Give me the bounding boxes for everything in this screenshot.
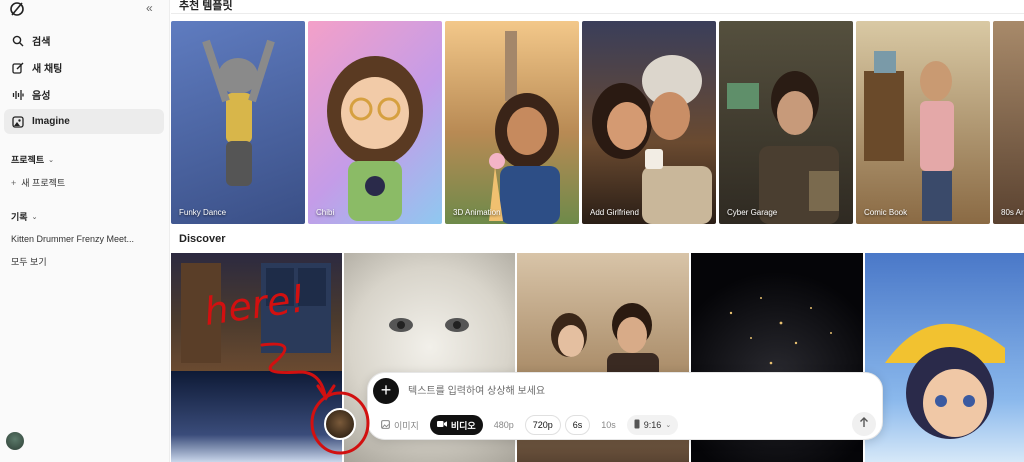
aspect-ratio-label: 9:16 bbox=[643, 420, 662, 430]
chevron-down-icon: ⌄ bbox=[48, 156, 54, 164]
user-avatar[interactable] bbox=[6, 432, 24, 450]
image-icon bbox=[381, 419, 390, 431]
generation-options: 이미지 비디오 480p 720p 6s 10s 9:16 ⌄ bbox=[374, 415, 679, 435]
aspect-ratio-select[interactable]: 9:16 ⌄ bbox=[626, 415, 679, 435]
video-icon bbox=[436, 420, 447, 430]
phone-icon bbox=[634, 419, 640, 431]
template-label: Comic Book bbox=[864, 208, 908, 217]
sidebar-item-label: Imagine bbox=[32, 116, 70, 127]
prompt-composer: + 이미지 비디오 480p 720p 6s 10s bbox=[367, 372, 883, 440]
plus-icon: + bbox=[11, 178, 17, 188]
discover-title: Discover bbox=[179, 233, 226, 245]
new-project-label: 새 프로젝트 bbox=[21, 178, 66, 188]
template-card-add-girlfriend[interactable]: Add Girlfriend bbox=[582, 21, 716, 224]
history-header[interactable]: 기록 ⌄ bbox=[11, 210, 37, 223]
template-card-funky-dance[interactable]: Funky Dance bbox=[171, 21, 305, 224]
new-project-button[interactable]: + 새 프로젝트 bbox=[11, 176, 65, 189]
discover-card[interactable] bbox=[171, 253, 342, 371]
template-card-chibi[interactable]: Chibi bbox=[308, 21, 442, 224]
submit-button[interactable] bbox=[852, 412, 876, 436]
templates-row: Funky Dance Chibi 3D Animation Add Girlf… bbox=[171, 21, 1024, 224]
template-label: 3D Animation bbox=[453, 208, 501, 217]
garage-image bbox=[727, 71, 839, 224]
resolution-480p-button[interactable]: 480p bbox=[487, 415, 521, 435]
imagine-icon bbox=[11, 115, 25, 129]
arrow-up-icon bbox=[859, 417, 869, 431]
templates-title: 추천 템플릿 bbox=[179, 0, 233, 12]
prompt-input[interactable] bbox=[408, 383, 808, 399]
city-girl-image bbox=[489, 31, 560, 224]
video-mode-label: 비디오 bbox=[450, 420, 476, 431]
chevron-down-icon: ⌄ bbox=[665, 422, 672, 429]
sidebar-nav: 검색 새 채팅 음성 Imagine bbox=[4, 28, 164, 136]
media-thumbnail-avatar[interactable] bbox=[324, 408, 356, 440]
sidebar-item-label: 새 채팅 bbox=[32, 64, 63, 75]
history-item[interactable]: Kitten Drummer Frenzy Meet... bbox=[11, 234, 134, 244]
add-attachment-button[interactable]: + bbox=[373, 378, 399, 404]
resolution-720p-button[interactable]: 720p bbox=[524, 415, 561, 435]
template-label: Chibi bbox=[316, 208, 335, 217]
sidebar: « 검색 새 채팅 음성 Imagine 프로젝트 ⌄ + 새 프로젝트 기록 … bbox=[0, 0, 170, 462]
duration-10s-button[interactable]: 10s bbox=[594, 415, 623, 435]
image-mode-label: 이미지 bbox=[394, 420, 419, 431]
template-card-comic-book[interactable]: Comic Book bbox=[856, 21, 990, 224]
projects-header[interactable]: 프로젝트 ⌄ bbox=[11, 153, 54, 166]
duration-6s-button[interactable]: 6s bbox=[564, 415, 591, 435]
couple-image bbox=[592, 55, 712, 224]
logo-icon[interactable] bbox=[9, 1, 25, 17]
template-label: Cyber Garage bbox=[727, 208, 778, 217]
sidebar-item-label: 검색 bbox=[32, 37, 51, 48]
template-label: Funky Dance bbox=[179, 208, 227, 217]
sidebar-item-search[interactable]: 검색 bbox=[4, 28, 164, 53]
sidebar-item-voice[interactable]: 음성 bbox=[4, 82, 164, 107]
history-header-label: 기록 bbox=[11, 212, 28, 222]
sidebar-item-imagine[interactable]: Imagine bbox=[4, 109, 164, 134]
raccoon-image bbox=[202, 39, 275, 186]
anime-boy-image bbox=[885, 323, 1005, 439]
template-label: Add Girlfriend bbox=[590, 208, 639, 217]
chevron-down-icon: ⌄ bbox=[31, 213, 38, 221]
image-mode-button[interactable]: 이미지 bbox=[374, 415, 426, 435]
waveform-icon bbox=[11, 88, 25, 102]
edit-icon bbox=[11, 61, 25, 75]
discover-card[interactable] bbox=[171, 371, 342, 462]
sidebar-item-new-chat[interactable]: 새 채팅 bbox=[4, 55, 164, 80]
video-mode-button[interactable]: 비디오 bbox=[429, 415, 483, 435]
chibi-image bbox=[327, 56, 423, 221]
sidebar-item-label: 음성 bbox=[32, 91, 51, 102]
search-icon bbox=[11, 34, 25, 48]
main-content: 추천 템플릿 Funky Dance Chibi 3D Animation Ad… bbox=[171, 0, 1024, 462]
template-card-cyber-garage[interactable]: Cyber Garage bbox=[719, 21, 853, 224]
template-card-80s-art[interactable]: 80s Ar bbox=[993, 21, 1024, 224]
library-image bbox=[181, 263, 331, 363]
divider bbox=[171, 13, 1024, 14]
see-all-link[interactable]: 모두 보기 bbox=[11, 255, 47, 268]
template-label: 80s Ar bbox=[1001, 208, 1024, 217]
comic-image bbox=[864, 51, 954, 221]
discover-card[interactable] bbox=[865, 253, 1024, 462]
projects-header-label: 프로젝트 bbox=[11, 155, 45, 165]
template-card-3d-animation[interactable]: 3D Animation bbox=[445, 21, 579, 224]
collapse-sidebar-button[interactable]: « bbox=[146, 1, 153, 15]
